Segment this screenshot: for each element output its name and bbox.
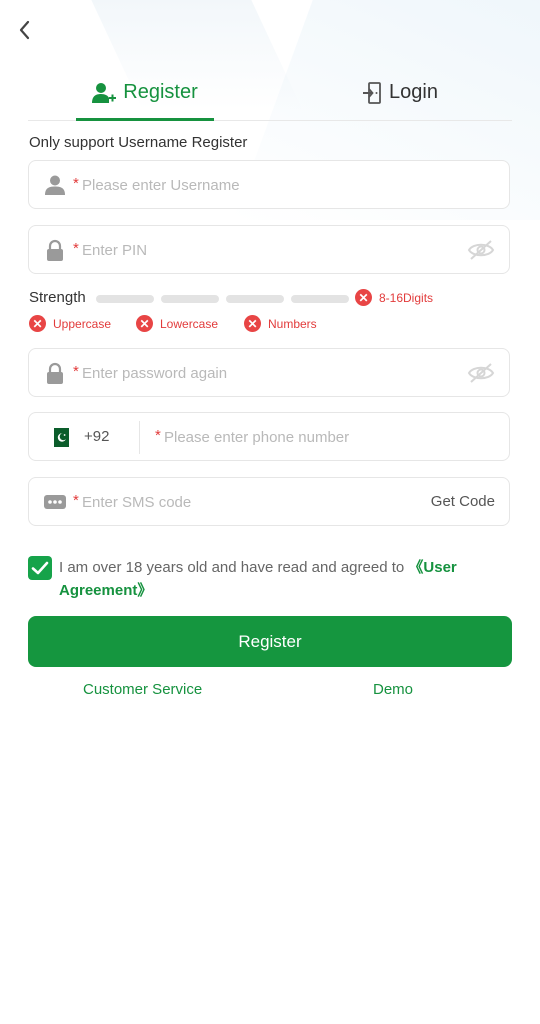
username-field: * — [28, 160, 510, 209]
door-exit-icon — [363, 81, 381, 104]
required-mark: * — [73, 240, 79, 257]
phone-field: +92 * — [28, 412, 510, 461]
pin-field: * — [28, 225, 510, 274]
x-circle-icon: ✕ — [355, 289, 372, 306]
strength-bar — [291, 295, 349, 303]
check-lowercase: ✕ Lowercase — [136, 315, 218, 332]
auth-tabs: Register Login — [28, 66, 512, 121]
strength-bar — [96, 295, 154, 303]
strength-bar — [226, 295, 284, 303]
back-button[interactable] — [14, 16, 42, 44]
check-numbers-label: Numbers — [268, 316, 317, 331]
check-uppercase-label: Uppercase — [53, 316, 112, 331]
eye-off-icon[interactable] — [467, 361, 495, 385]
register-button[interactable]: Register — [28, 616, 512, 667]
tab-login-label: Login — [389, 81, 438, 103]
register-hint: Only support Username Register — [29, 134, 248, 151]
check-uppercase: ✕ Uppercase — [29, 315, 111, 332]
username-input[interactable] — [82, 169, 452, 201]
phone-input[interactable] — [164, 421, 484, 453]
divider — [139, 421, 140, 454]
user-add-icon — [92, 82, 117, 103]
confirm-password-input[interactable] — [82, 357, 452, 389]
sms-code-input[interactable] — [82, 486, 382, 518]
active-tab-indicator — [76, 118, 214, 121]
confirm-password-field: * — [28, 348, 510, 397]
check-numbers: ✕ Numbers — [244, 315, 317, 332]
lock-icon — [47, 362, 63, 384]
eye-off-icon[interactable] — [467, 238, 495, 262]
agreement-text: I am over 18 years old and have read and… — [59, 556, 489, 602]
required-mark: * — [73, 175, 79, 192]
tab-register[interactable]: Register — [76, 66, 214, 121]
lock-icon — [47, 239, 63, 261]
checkmark-icon — [31, 561, 49, 575]
tab-login[interactable]: Login — [340, 66, 460, 119]
sms-dots-icon — [44, 495, 66, 509]
required-mark: * — [73, 363, 79, 380]
user-icon — [45, 175, 65, 195]
agreement-statement: I am over 18 years old and have read and… — [59, 559, 409, 576]
strength-bar — [161, 295, 219, 303]
x-circle-icon: ✕ — [244, 315, 261, 332]
customer-service-link[interactable]: Customer Service — [83, 681, 202, 698]
required-mark: * — [155, 427, 161, 444]
check-length-label: 8-16Digits — [379, 290, 434, 305]
demo-link[interactable]: Demo — [373, 681, 413, 698]
tab-register-label: Register — [123, 81, 198, 103]
back-arrow-icon — [19, 20, 30, 40]
required-mark: * — [73, 492, 79, 509]
check-lowercase-label: Lowercase — [160, 316, 219, 331]
country-code[interactable]: +92 — [84, 428, 109, 445]
strength-label: Strength — [29, 289, 86, 306]
check-length: ✕ 8-16Digits — [355, 289, 433, 306]
get-code-button[interactable]: Get Code — [431, 493, 495, 510]
x-circle-icon: ✕ — [136, 315, 153, 332]
pin-input[interactable] — [82, 234, 452, 266]
pakistan-flag-icon[interactable] — [49, 428, 69, 447]
sms-code-field: * Get Code — [28, 477, 510, 526]
x-circle-icon: ✕ — [29, 315, 46, 332]
agreement-checkbox[interactable] — [28, 556, 52, 580]
